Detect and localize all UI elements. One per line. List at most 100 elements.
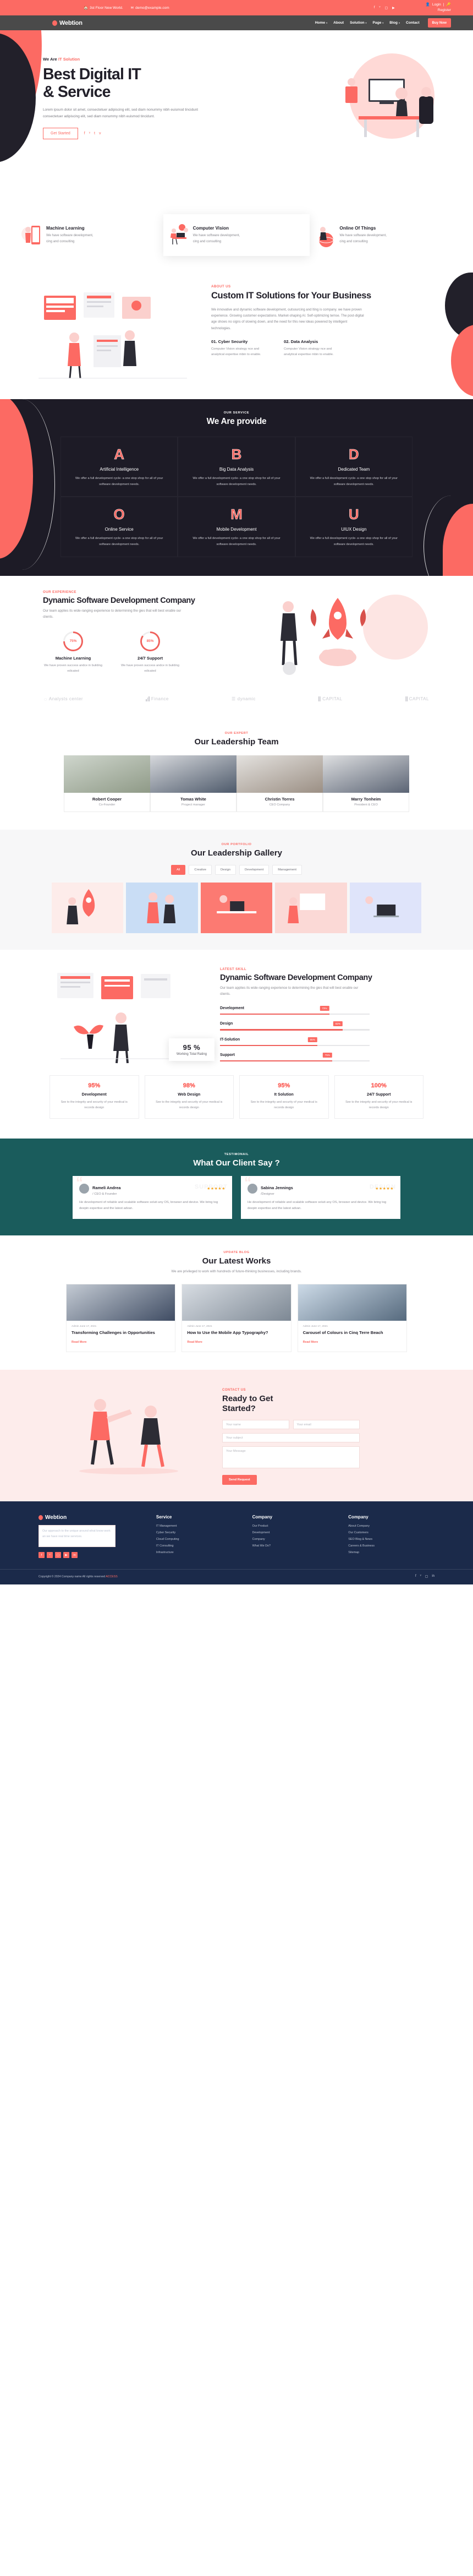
service-text: We offer a full development cycle- a one… — [193, 537, 280, 546]
twitter-icon[interactable]: ᵛ — [89, 132, 90, 135]
gallery-tab-creative[interactable]: Creative — [189, 864, 212, 875]
blog-post-title[interactable]: Carousel of Colours in Cinq Terre Beach — [303, 1330, 402, 1336]
name-field[interactable]: Your name — [222, 1420, 289, 1430]
nav-label: Page — [372, 21, 382, 25]
youtube-icon[interactable]: ▶ — [63, 1552, 69, 1559]
login-link[interactable]: Login — [432, 2, 441, 8]
footer-link[interactable]: Sitemap — [348, 1551, 435, 1554]
blog-card[interactable]: Admin June 17, 2021 How to Use the Mobil… — [182, 1283, 292, 1353]
read-more-link[interactable]: Read More — [187, 1341, 202, 1344]
footer-link[interactable]: About Company — [348, 1524, 435, 1528]
team-card[interactable]: Christin Torres CEO Company — [237, 755, 323, 812]
footer-logo[interactable]: Webtion — [38, 1515, 146, 1521]
gallery-item[interactable] — [200, 882, 273, 933]
facebook-icon[interactable]: f — [84, 132, 85, 135]
twitter-icon[interactable]: ᵛ — [47, 1552, 53, 1559]
gallery-tab-design[interactable]: Design — [215, 864, 237, 875]
logo-dot-icon — [38, 1515, 43, 1521]
email-field[interactable]: Your email — [293, 1420, 360, 1430]
service-card-mobile-development[interactable]: M Mobile Development We offer a full dev… — [178, 497, 295, 557]
footer-link[interactable]: IT Management — [156, 1524, 243, 1528]
nav-item-page[interactable]: Page ▾ — [373, 21, 384, 25]
footer-link[interactable]: SEO Blog & News — [348, 1538, 435, 1541]
read-more-link[interactable]: Read More — [72, 1341, 87, 1344]
footer-link[interactable]: Careers & Business — [348, 1544, 435, 1548]
get-started-button[interactable]: Get Started — [43, 127, 78, 139]
subject-field[interactable]: Your subject — [222, 1433, 360, 1443]
facebook-icon[interactable]: f — [38, 1552, 45, 1559]
footer-link[interactable]: Infrastructure — [156, 1551, 243, 1554]
buy-now-button[interactable]: Buy Now — [427, 18, 451, 28]
nav-item-home[interactable]: Home ▾ — [315, 21, 327, 25]
footer-link[interactable]: What We Do? — [252, 1544, 339, 1548]
nav-item-blog[interactable]: Blog ▾ — [389, 21, 400, 25]
gallery-tab-all[interactable]: All — [170, 864, 186, 875]
topbar-social-links[interactable]: f ᵛ ▢ ▶ — [374, 6, 395, 10]
footer-link[interactable]: IT Consulting — [156, 1544, 243, 1548]
email-item[interactable]: ✉ demo@example.com — [131, 6, 169, 10]
feature-card-computer-vision[interactable]: Computer Vision We have software develop… — [163, 214, 310, 256]
service-card-dedicated-team[interactable]: D Dedicated Team We offer a full develop… — [295, 437, 413, 497]
blog-post-title[interactable]: How to Use the Mobile App Typography? — [187, 1330, 285, 1336]
footer-link[interactable]: Our Product — [252, 1524, 339, 1528]
register-link[interactable]: Register — [438, 8, 451, 13]
gallery-tab-management[interactable]: Management — [272, 864, 302, 875]
logo[interactable]: Webtion — [52, 20, 82, 26]
facebook-icon[interactable]: f — [374, 6, 375, 10]
team-card[interactable]: Marry Tonheim President & CEO — [323, 755, 409, 812]
footer-link[interactable]: Development — [252, 1531, 339, 1534]
blog-post-title[interactable]: Transforming Challenges in Opportunities — [72, 1330, 170, 1336]
blog-card[interactable]: Admin June 17, 2021 Transforming Challen… — [66, 1283, 176, 1353]
facebook-icon[interactable]: f — [415, 1575, 416, 1578]
gallery-item[interactable] — [126, 882, 198, 933]
service-card-uiux-design[interactable]: U UIUX Design We offer a full developmen… — [295, 497, 413, 557]
vimeo-icon[interactable]: v — [99, 132, 101, 135]
stat-text: We have proven success andce in building… — [44, 663, 102, 673]
team-card[interactable]: Robert Cooper Co-Founder — [64, 755, 150, 812]
twitter-icon[interactable]: ᵛ — [420, 1575, 421, 1578]
blog-card[interactable]: Admin June 17, 2021 Carousel of Colours … — [297, 1283, 407, 1353]
gallery-item[interactable] — [275, 882, 347, 933]
footer-link[interactable]: Cyber Security — [156, 1531, 243, 1534]
service-card-online-service[interactable]: O Online Service We offer a full develop… — [61, 497, 178, 557]
site-footer: Webtion Our approach to the unique aroun… — [0, 1501, 473, 1585]
footer-link[interactable]: Cloud Computing — [156, 1538, 243, 1541]
skill-bar-it-solution: IT-Solution 65% — [220, 1037, 370, 1046]
tumblr-icon[interactable]: t — [94, 132, 95, 135]
star-rating-icon: ★★★★★ — [207, 1187, 226, 1191]
contact-title: Ready to Get Started? — [222, 1394, 446, 1414]
testimonial-name: Rameli Andrea — [92, 1185, 121, 1190]
instagram-icon[interactable]: ▢ — [425, 1575, 428, 1578]
nav-label: About — [333, 21, 344, 25]
skill-subtitle: Our team applies its wide-ranging experi… — [220, 985, 359, 996]
service-card-big-data-analysis[interactable]: B Big Data Analysis We offer a full deve… — [178, 437, 295, 497]
testimonial-quote: He development of reliable and scalable … — [79, 1200, 218, 1210]
gallery-item[interactable] — [52, 882, 124, 933]
team-card[interactable]: Tomas White Progect manager — [150, 755, 237, 812]
linkedin-icon[interactable]: in — [432, 1575, 435, 1578]
instagram-icon[interactable]: ▢ — [55, 1552, 61, 1559]
avatar — [79, 1184, 89, 1194]
service-card-artificial-intelligence[interactable]: A Artificial Intelligence We offer a ful… — [61, 437, 178, 497]
nav-item-contact[interactable]: Contact — [406, 21, 420, 25]
gallery-tab-development[interactable]: Development — [239, 864, 270, 875]
footer-link[interactable]: Our Customers — [348, 1531, 435, 1534]
twitter-icon[interactable]: ᵛ — [380, 6, 381, 10]
youtube-icon[interactable]: ▶ — [392, 6, 395, 10]
read-more-link[interactable]: Read More — [303, 1341, 318, 1344]
send-request-button[interactable]: Send Request — [222, 1475, 257, 1485]
feature-card-machine-learning[interactable]: Machine Learning We have software develo… — [16, 214, 163, 256]
about-column-text: Computer Vision strategy nce and analyti… — [211, 347, 261, 357]
team-member-role: President & CEO — [354, 803, 378, 807]
gallery-item[interactable] — [349, 882, 422, 933]
feature-title: Online Of Things — [339, 226, 376, 231]
hero-title-line2: & Service — [43, 83, 111, 101]
footer-link[interactable]: Company — [252, 1538, 339, 1541]
nav-item-about[interactable]: About — [333, 21, 344, 25]
footer-column-title: Company — [348, 1515, 369, 1520]
feature-card-online-of-things[interactable]: Online Of Things We have software develo… — [310, 214, 457, 256]
message-field[interactable]: Your Message — [222, 1446, 360, 1469]
nav-item-solution[interactable]: Solution ▾ — [350, 21, 366, 25]
instagram-icon[interactable]: ▢ — [384, 6, 388, 10]
linkedin-icon[interactable]: in — [72, 1552, 78, 1559]
